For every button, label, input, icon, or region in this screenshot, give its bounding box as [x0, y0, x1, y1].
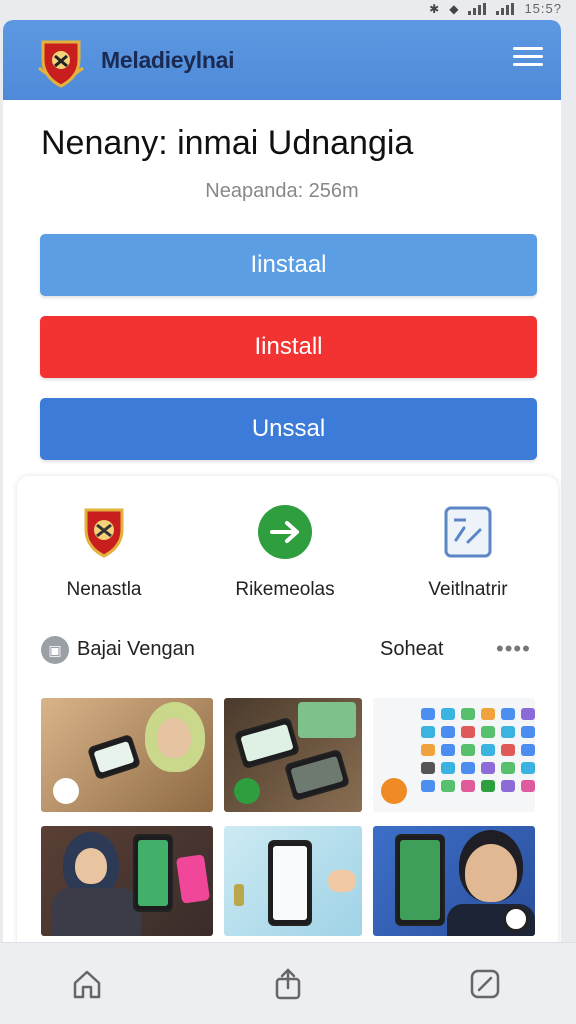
features-panel: Nenastla Rikemeolas Veitlnatrir ▣ Bajai …	[17, 476, 558, 996]
feature-item-1[interactable]: Nenastla	[29, 502, 179, 601]
page-subtitle: Neapanda: 256m	[205, 180, 359, 202]
status-bar: ✱ ◆ 15:5?	[0, 0, 576, 18]
feature-label-1: Nenastla	[66, 579, 142, 600]
page-title: Nenany: inmai Udnangia	[41, 124, 414, 162]
gallery-thumb-2[interactable]	[224, 698, 362, 812]
shield-crest-icon	[38, 40, 84, 88]
app-header: Meladieylnai	[3, 20, 561, 100]
gallery-thumb-1[interactable]	[41, 698, 213, 812]
gallery-thumb-3[interactable]	[373, 698, 535, 812]
install-button-red[interactable]: Iinstall	[40, 316, 537, 378]
gallery-thumb-4[interactable]	[41, 826, 213, 936]
gallery-thumb-5[interactable]	[224, 826, 362, 936]
gallery-icon: ▣	[41, 636, 69, 664]
feature-label-2: Rikemeolas	[235, 579, 335, 600]
section-link[interactable]: Soheat	[380, 638, 443, 661]
home-icon[interactable]	[70, 967, 104, 1001]
gallery-thumb-6[interactable]	[373, 826, 535, 936]
hamburger-menu-icon[interactable]	[513, 42, 543, 74]
more-options-icon[interactable]: ••••	[496, 636, 531, 662]
status-time: 15:5?	[524, 1, 562, 16]
shield-crest-icon	[84, 508, 124, 558]
wifi-icon: ◆	[449, 1, 459, 16]
arrow-right-circle-icon	[258, 505, 312, 559]
share-icon[interactable]	[271, 967, 305, 1001]
uninstall-button[interactable]: Unssal	[40, 398, 537, 460]
signal-icon-2	[496, 2, 515, 15]
section-header: ▣ Bajai Vengan Soheat ••••	[41, 636, 541, 666]
signal-icon	[468, 2, 487, 15]
feature-label-3: Veitlnatrir	[428, 579, 508, 600]
bottom-navigation	[0, 942, 576, 1024]
feature-item-3[interactable]: Veitlnatrir	[393, 502, 543, 601]
app-grid	[421, 708, 535, 792]
section-title: Bajai Vengan	[77, 638, 195, 660]
feature-item-2[interactable]: Rikemeolas	[210, 502, 360, 601]
document-edit-icon	[444, 506, 492, 558]
app-name: Meladieylnai	[101, 47, 235, 73]
app-window: Meladieylnai Nenany: inmai Udnangia Neap…	[3, 20, 561, 1024]
edit-icon[interactable]	[468, 967, 502, 1001]
bluetooth-icon: ✱	[429, 1, 440, 16]
install-button-primary[interactable]: Iinstaal	[40, 234, 537, 296]
